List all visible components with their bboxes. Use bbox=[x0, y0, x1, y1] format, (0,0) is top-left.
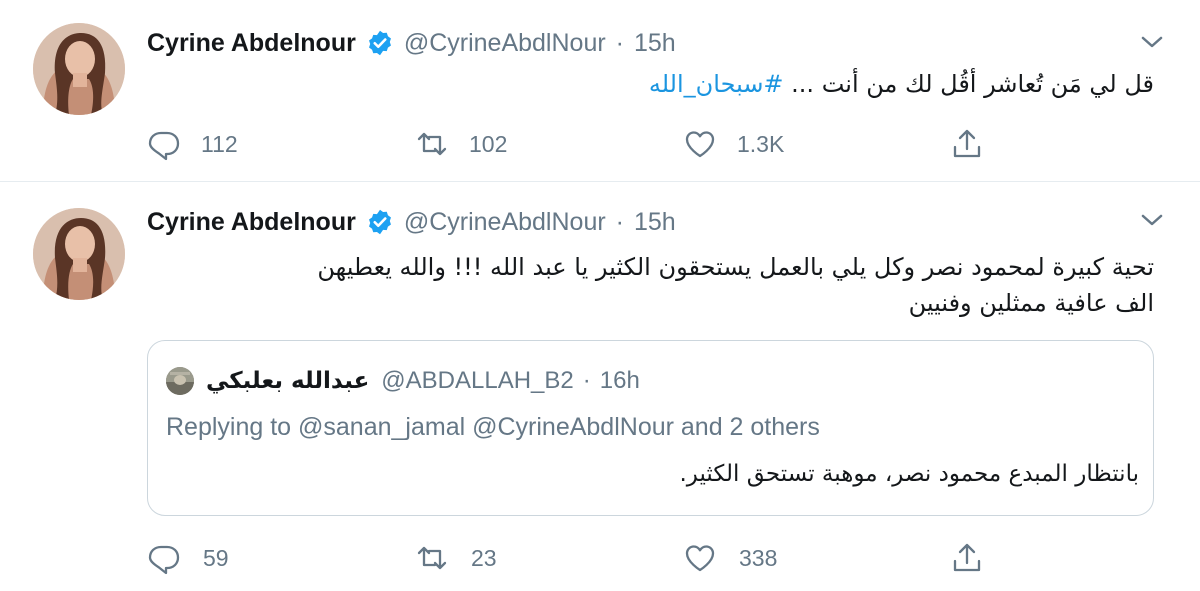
retweet-icon bbox=[415, 127, 449, 161]
separator-dot: · bbox=[582, 367, 591, 394]
tweet-text-line: تحية كبيرة لمحمود نصر وكل يلي بالعمل يست… bbox=[317, 253, 1154, 281]
tweet-header: Cyrine Abdelnour @CyrineAbdlNour · 15h bbox=[147, 23, 676, 63]
tweet-text-line: الف عافية ممثلين وفنيين bbox=[908, 289, 1154, 317]
quoted-timestamp: 16h bbox=[599, 367, 640, 394]
quoted-avatar-photo bbox=[166, 367, 194, 395]
author-handle[interactable]: @CyrineAbdlNour bbox=[404, 208, 606, 237]
chevron-down-icon[interactable] bbox=[1138, 210, 1166, 230]
retweet-count: 102 bbox=[469, 130, 508, 157]
share-button[interactable] bbox=[950, 538, 984, 578]
like-count: 1.3K bbox=[737, 130, 785, 157]
retweet-icon bbox=[415, 541, 449, 575]
separator-dot: · bbox=[615, 28, 624, 57]
tweet-text-body: قل لي مَن تُعاشر أقُل لك من أنت ... bbox=[783, 70, 1154, 98]
verified-badge-icon bbox=[366, 29, 394, 57]
like-button[interactable]: 338 bbox=[683, 538, 777, 578]
author-handle[interactable]: @CyrineAbdlNour bbox=[404, 29, 606, 58]
reply-count: 112 bbox=[201, 130, 238, 157]
quoted-avatar[interactable] bbox=[166, 367, 194, 395]
retweet-button[interactable]: 102 bbox=[415, 124, 507, 164]
like-count: 338 bbox=[739, 544, 778, 571]
share-icon bbox=[950, 541, 984, 575]
hashtag-link[interactable]: #سبحان_الله bbox=[649, 70, 784, 98]
tweet-text: تحية كبيرة لمحمود نصر وكل يلي بالعمل يست… bbox=[154, 249, 1154, 321]
tweet-timestamp[interactable]: 15h bbox=[634, 29, 676, 58]
quoted-author-handle[interactable]: @ABDALLAH_B2 bbox=[381, 367, 573, 395]
share-button[interactable] bbox=[950, 124, 984, 164]
tweet[interactable]: Cyrine Abdelnour @CyrineAbdlNour · 15h ق… bbox=[0, 0, 1200, 182]
reply-icon bbox=[147, 541, 181, 575]
tweet-timestamp[interactable]: 15h bbox=[634, 208, 676, 237]
tweet-actions: 59 23 338 bbox=[147, 538, 1007, 578]
like-button[interactable]: 1.3K bbox=[683, 124, 784, 164]
avatar-photo bbox=[33, 208, 125, 300]
replying-to: Replying to @sanan_jamal @CyrineAbdlNour… bbox=[166, 413, 820, 441]
author-name[interactable]: Cyrine Abdelnour bbox=[147, 208, 356, 237]
heart-icon bbox=[683, 541, 717, 575]
avatar-photo bbox=[33, 23, 125, 115]
tweet[interactable]: Cyrine Abdelnour @CyrineAbdlNour · 15h ت… bbox=[0, 183, 1200, 591]
quoted-tweet[interactable]: عبدالله بعلبكي @ABDALLAH_B2 · 16h Replyi… bbox=[147, 340, 1154, 516]
reply-button[interactable]: 112 bbox=[147, 124, 238, 164]
quoted-text: بانتظار المبدع محمود نصر، موهبة تستحق ال… bbox=[679, 461, 1139, 487]
avatar[interactable] bbox=[33, 23, 125, 115]
quoted-author-name[interactable]: عبدالله بعلبكي bbox=[206, 368, 369, 394]
reply-icon bbox=[147, 127, 181, 161]
heart-icon bbox=[683, 127, 717, 161]
author-name[interactable]: Cyrine Abdelnour bbox=[147, 29, 356, 58]
chevron-down-icon[interactable] bbox=[1138, 32, 1166, 52]
avatar[interactable] bbox=[33, 208, 125, 300]
tweet-actions: 112 102 1.3K bbox=[147, 124, 1007, 164]
separator-dot: · bbox=[615, 207, 624, 236]
verified-badge-icon bbox=[366, 208, 394, 236]
tweet-text: قل لي مَن تُعاشر أقُل لك من أنت ... #سبح… bbox=[154, 66, 1154, 102]
tweet-header: Cyrine Abdelnour @CyrineAbdlNour · 15h bbox=[147, 202, 676, 242]
quoted-header: عبدالله بعلبكي @ABDALLAH_B2 · 16h bbox=[206, 361, 640, 401]
share-icon bbox=[950, 127, 984, 161]
reply-button[interactable]: 59 bbox=[147, 538, 229, 578]
retweet-count: 23 bbox=[471, 544, 497, 571]
retweet-button[interactable]: 23 bbox=[415, 538, 497, 578]
reply-count: 59 bbox=[203, 544, 229, 571]
